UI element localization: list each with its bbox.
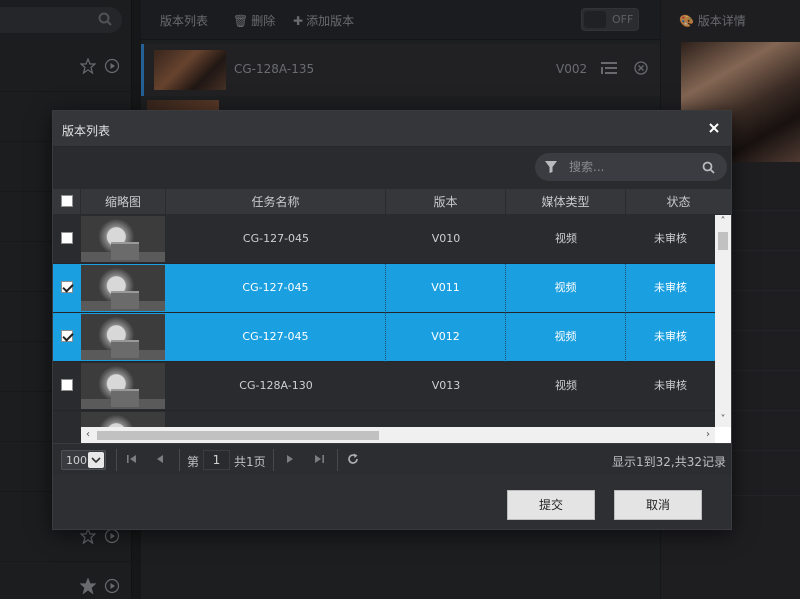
close-icon[interactable] [708, 122, 720, 134]
row-thumbnail [81, 216, 165, 262]
dialog-header: 版本列表 [53, 111, 731, 147]
horizontal-scrollbar[interactable]: ‹ › [81, 427, 715, 443]
table-row[interactable]: CG-127-045 V012 视频 未审核 [53, 313, 715, 362]
table-row[interactable]: CG-127-045 V010 视频 未审核 [53, 215, 715, 264]
cell-media-type: 视频 [506, 264, 626, 313]
page-size-value: 100 [66, 454, 87, 467]
scroll-left-icon[interactable]: ‹ [81, 427, 95, 443]
column-header-status[interactable]: 状态 [626, 189, 731, 215]
cell-status: 未审核 [654, 232, 687, 245]
cell-task-name: CG-128A-130 [239, 379, 313, 392]
cell-media-type: 视频 [555, 379, 577, 392]
column-header-media-type[interactable]: 媒体类型 [506, 189, 626, 215]
scroll-up-icon[interactable]: ˄ [715, 215, 731, 229]
last-page-icon[interactable] [312, 452, 326, 466]
first-page-icon[interactable] [125, 452, 139, 466]
divider [273, 449, 274, 471]
dialog-toolbar [53, 147, 731, 189]
version-list-dialog: 版本列表 缩略图 任务名称 版本 媒体类型 状态 CG-127-045 V010 视… [52, 110, 732, 530]
dialog-footer: 提交 取消 [53, 475, 731, 529]
search-icon[interactable] [702, 161, 715, 174]
vertical-scrollbar[interactable]: ˄ ˅ [715, 215, 731, 427]
search-input[interactable] [569, 158, 694, 176]
chevron-down-icon[interactable] [88, 452, 104, 468]
dialog-title: 版本列表 [62, 124, 111, 138]
search-box[interactable] [535, 153, 727, 181]
submit-button[interactable]: 提交 [507, 490, 595, 520]
cell-media-type: 视频 [506, 313, 626, 362]
previous-page-icon[interactable] [153, 452, 167, 466]
row-checkbox[interactable] [61, 330, 73, 342]
row-thumbnail [81, 363, 165, 409]
column-header-thumbnail[interactable]: 缩略图 [81, 189, 166, 215]
next-page-icon[interactable] [283, 452, 297, 466]
row-thumbnail [81, 314, 165, 360]
scroll-right-icon[interactable]: › [701, 427, 715, 443]
cell-version: V012 [386, 313, 506, 362]
page-number-input[interactable] [203, 450, 230, 470]
scroll-thumb[interactable] [718, 232, 728, 250]
cell-status: 未审核 [654, 281, 687, 294]
cell-task-name: CG-127-045 [166, 264, 386, 313]
filter-icon[interactable] [545, 161, 557, 173]
row-checkbox[interactable] [61, 379, 73, 391]
page-total: 共1页 [234, 455, 266, 469]
grid-header: 缩略图 任务名称 版本 媒体类型 状态 [53, 189, 731, 215]
cell-version: V011 [386, 264, 506, 313]
divider [116, 449, 117, 471]
cell-media-type: 视频 [555, 232, 577, 245]
page-prefix: 第 [187, 455, 200, 469]
cell-status: 未审核 [654, 379, 687, 392]
divider [179, 449, 180, 471]
cell-version: V010 [431, 232, 461, 245]
table-row[interactable]: CG-127-045 V011 视频 未审核 [53, 264, 715, 313]
cancel-button[interactable]: 取消 [614, 490, 702, 520]
divider [337, 449, 338, 471]
column-header-version[interactable]: 版本 [386, 189, 506, 215]
cell-status: 未审核 [654, 330, 687, 343]
select-all-checkbox[interactable] [61, 195, 73, 207]
partial-row [53, 427, 81, 443]
scroll-down-icon[interactable]: ˅ [715, 413, 731, 427]
column-header-task-name[interactable]: 任务名称 [166, 189, 386, 215]
cell-task-name: CG-127-045 [242, 232, 310, 245]
version-grid: 缩略图 任务名称 版本 媒体类型 状态 CG-127-045 V010 视频 未审核 C… [53, 189, 731, 443]
cell-task-name: CG-127-045 [166, 313, 386, 362]
record-info: 显示1到32,共32记录 [612, 455, 726, 469]
cell-version: V013 [431, 379, 461, 392]
table-row[interactable]: CG-128A-130 V013 视频 未审核 [53, 362, 715, 411]
header-select-all [53, 189, 81, 215]
page-size-select[interactable]: 100 [61, 450, 106, 470]
pagination-bar: 100 第 共1页 显示1到32,共32记录 [53, 443, 731, 475]
row-checkbox[interactable] [61, 281, 73, 293]
row-checkbox[interactable] [61, 232, 73, 244]
refresh-icon[interactable] [346, 452, 360, 466]
row-thumbnail [81, 265, 165, 311]
scroll-thumb[interactable] [97, 431, 379, 440]
